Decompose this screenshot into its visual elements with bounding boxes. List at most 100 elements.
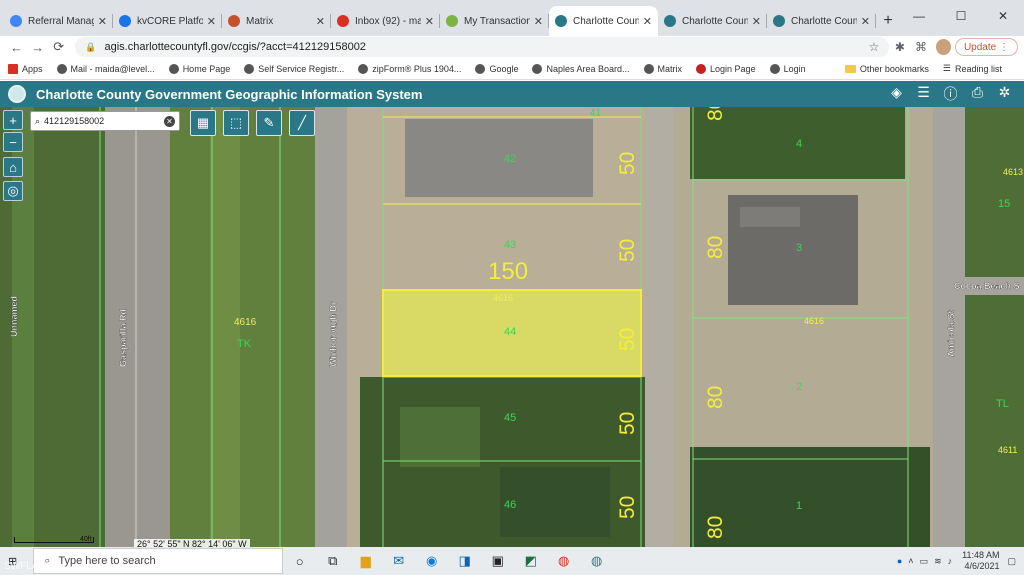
browser-tab[interactable]: Referral Manager ✕ bbox=[4, 6, 113, 36]
browser-tab[interactable]: Charlotte County ✕ bbox=[549, 6, 658, 36]
street-label-amicola: Amicola St bbox=[946, 310, 956, 357]
other-bookmarks[interactable]: Other bookmarks bbox=[844, 64, 929, 74]
task-view-icon[interactable]: ⧉ bbox=[316, 553, 349, 569]
print-icon[interactable]: ⎙ bbox=[964, 84, 991, 104]
profile-avatar[interactable] bbox=[935, 39, 951, 55]
bookmark-favicon-icon bbox=[643, 63, 654, 74]
file-explorer-icon[interactable]: ▆ bbox=[349, 553, 382, 569]
measure-tool-button[interactable]: ╱ bbox=[289, 110, 315, 136]
edit-notes-button[interactable]: ✎ bbox=[256, 110, 282, 136]
tray-up-arrow-icon[interactable]: ˄ bbox=[908, 556, 913, 566]
bookmark-item[interactable]: Self Service Registr... bbox=[244, 63, 344, 74]
cortana-icon[interactable]: ○ bbox=[283, 554, 316, 569]
mail-icon[interactable]: ✉ bbox=[382, 553, 415, 569]
bookmark-item[interactable]: Matrix bbox=[643, 63, 682, 74]
new-tab-button[interactable]: + bbox=[876, 6, 900, 36]
home-icon[interactable]: ⌂ bbox=[3, 157, 23, 177]
list-icon[interactable]: ☰ bbox=[910, 84, 937, 104]
notifications-icon[interactable]: ▢ bbox=[1007, 556, 1016, 567]
excel-icon[interactable]: ◩ bbox=[514, 553, 547, 569]
street-label-gasparilla: Gasparilla Rd bbox=[118, 309, 128, 367]
maximize-icon[interactable]: ☐ bbox=[940, 0, 982, 32]
extensions-icon[interactable]: ✱ bbox=[889, 40, 910, 54]
outlook-icon[interactable]: ◨ bbox=[448, 553, 481, 569]
locate-icon[interactable]: ◎ bbox=[3, 181, 23, 201]
lock-icon[interactable]: 🔒 bbox=[85, 42, 96, 53]
bookmark-favicon-icon bbox=[56, 63, 67, 74]
info-icon[interactable]: ⓘ bbox=[937, 84, 964, 104]
basemap-gallery-button[interactable]: ▦ bbox=[190, 110, 216, 136]
bookmark-favicon-icon bbox=[168, 63, 179, 74]
taskbar-search-input[interactable]: ⌕ Type here to search bbox=[33, 548, 284, 574]
close-window-icon[interactable]: ✕ bbox=[982, 0, 1024, 32]
reading-list[interactable]: ☰ Reading list bbox=[943, 63, 1002, 74]
bookmark-item[interactable]: Naples Area Board... bbox=[532, 63, 630, 74]
tab-close-icon[interactable]: ✕ bbox=[534, 15, 543, 28]
clear-search-icon[interactable]: ✕ bbox=[164, 115, 175, 127]
tab-close-icon[interactable]: ✕ bbox=[861, 15, 870, 28]
building-roof bbox=[405, 119, 593, 197]
browser-tab[interactable]: Charlotte County ✕ bbox=[767, 6, 876, 36]
zoom-out-button[interactable]: − bbox=[3, 132, 23, 152]
bookmark-item[interactable]: Login Page bbox=[696, 63, 756, 74]
tray-skype-icon[interactable]: ● bbox=[897, 556, 902, 566]
lot-width-dim: 150 bbox=[488, 258, 528, 285]
url-bar[interactable]: 🔒 agis.charlottecountyfl.gov/ccgis/?acct… bbox=[75, 37, 890, 57]
browser-tab[interactable]: Inbox (92) - maida@ ✕ bbox=[331, 6, 440, 36]
browser-tab[interactable]: My Transactions | ✕ bbox=[440, 6, 549, 36]
chrome-icon[interactable]: ◍ bbox=[547, 553, 580, 569]
bookmark-item[interactable]: Mail - maida@level... bbox=[56, 63, 155, 74]
tab-favicon-icon bbox=[555, 15, 567, 27]
lot-dim-1: 80 bbox=[704, 516, 727, 539]
minimize-icon[interactable]: — bbox=[898, 0, 940, 32]
tray-volume-icon[interactable]: ♪ bbox=[948, 556, 953, 566]
bookmark-item[interactable]: Google bbox=[475, 63, 518, 74]
tab-close-icon[interactable]: ✕ bbox=[425, 15, 434, 28]
tab-close-icon[interactable]: ✕ bbox=[98, 15, 107, 28]
select-tool-button[interactable]: ⬚ bbox=[223, 110, 249, 136]
zone-label-tl: TL bbox=[996, 398, 1009, 410]
back-arrow-icon[interactable]: ← bbox=[6, 40, 27, 55]
tab-close-icon[interactable]: ✕ bbox=[207, 15, 216, 28]
bookmark-star-icon[interactable]: ☆ bbox=[869, 40, 880, 54]
tray-network-icon[interactable]: ▭ bbox=[920, 556, 929, 567]
extension-puzzle-icon[interactable]: ⌘ bbox=[911, 40, 932, 54]
vegetation bbox=[400, 407, 480, 467]
settings-icon[interactable]: ✲ bbox=[991, 84, 1018, 104]
tab-close-icon[interactable]: ✕ bbox=[752, 15, 761, 28]
chrome-profile-icon[interactable]: ◍ bbox=[580, 553, 613, 569]
folder-icon bbox=[844, 64, 856, 73]
tab-favicon-icon bbox=[119, 15, 131, 27]
tab-close-icon[interactable]: ✕ bbox=[316, 15, 325, 28]
bookmark-favicon-icon bbox=[769, 63, 780, 74]
update-button[interactable]: Update ⋮ bbox=[954, 38, 1018, 56]
tray-wifi-icon[interactable]: ≋ bbox=[934, 556, 942, 567]
browser-tab[interactable]: kvCORE Platform ✕ bbox=[113, 6, 222, 36]
bookmark-item[interactable]: Login bbox=[769, 63, 806, 74]
forward-arrow-icon[interactable]: → bbox=[27, 40, 48, 55]
browser-tab[interactable]: Charlotte County ✕ bbox=[658, 6, 767, 36]
tab-close-icon[interactable]: ✕ bbox=[643, 15, 652, 28]
tab-label: Charlotte County bbox=[682, 15, 748, 27]
map-search-input[interactable]: ⌕ 412129158002 ✕ bbox=[30, 111, 180, 131]
reload-icon[interactable]: ⟳ bbox=[48, 39, 69, 55]
lot-dim-44: 50 bbox=[616, 328, 639, 351]
edge-icon[interactable]: ◉ bbox=[415, 553, 448, 569]
layers-icon[interactable]: ◈ bbox=[883, 84, 910, 104]
aerial-map[interactable]: Unnamed Gasparilla Rd Winborough Dr Amic… bbox=[0, 107, 1024, 547]
store-icon[interactable]: ▣ bbox=[481, 553, 514, 569]
zoom-in-button[interactable]: + bbox=[3, 110, 23, 130]
browser-tab[interactable]: Matrix ✕ bbox=[222, 6, 331, 36]
bookmark-item[interactable]: Apps bbox=[8, 63, 43, 74]
taskbar-clock[interactable]: 11:48 AM 4/6/2021 bbox=[962, 550, 999, 572]
bookmark-item[interactable]: Home Page bbox=[168, 63, 230, 74]
lot-number-45: 45 bbox=[504, 412, 516, 424]
tab-label: Matrix bbox=[246, 15, 274, 27]
lot-number-2: 2 bbox=[796, 381, 802, 393]
bookmark-item[interactable]: zipForm® Plus 1904... bbox=[358, 63, 461, 74]
lot-dim-45: 50 bbox=[616, 412, 639, 435]
gis-header: Charlotte County Government Geographic I… bbox=[0, 81, 1024, 107]
map-view[interactable]: Unnamed Gasparilla Rd Winborough Dr Amic… bbox=[0, 107, 1024, 547]
selected-block-label: 4616 bbox=[493, 293, 513, 303]
system-tray: ● ˄ ▭ ≋ ♪ 11:48 AM 4/6/2021 ▢ bbox=[897, 550, 1016, 572]
